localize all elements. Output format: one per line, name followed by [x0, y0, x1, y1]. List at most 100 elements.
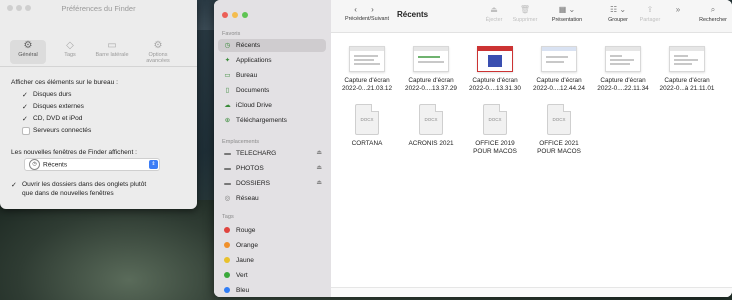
- download-icon: ⊕: [224, 117, 231, 124]
- file-item[interactable]: DOCX ACRONIS 2021: [401, 104, 461, 148]
- tag-dot-icon: [224, 242, 230, 249]
- sidebar-item-applications[interactable]: ✦ Applications: [218, 54, 326, 67]
- back-forward-control[interactable]: ‹ › Précédent/Suivant: [339, 5, 395, 22]
- search-icon: ⌕: [710, 5, 716, 14]
- file-item[interactable]: Capture d'écran 2022-0....22.11.34: [593, 46, 653, 93]
- file-item[interactable]: DOCX OFFICE 2021 POUR MACOS: [529, 104, 589, 156]
- favorites-heading: Favoris: [222, 31, 241, 37]
- eject-icon[interactable]: ⏏: [316, 177, 322, 190]
- file-item[interactable]: Capture d'écran 2022-0....12.44.24: [529, 46, 589, 93]
- delete-button[interactable]: 🗑︎ Supprimer: [509, 5, 541, 23]
- sidebar-tag-orange[interactable]: Orange: [218, 239, 326, 252]
- eject-icon[interactable]: ⏏: [316, 147, 322, 160]
- eject-label: Éjecter: [485, 17, 503, 23]
- sidebar-tag-red[interactable]: Rouge: [218, 224, 326, 237]
- tab-advanced[interactable]: ⚙ Options avancées: [136, 40, 180, 64]
- checkbox-hard-disks[interactable]: ✓: [22, 91, 32, 99]
- sidebar-tag-green[interactable]: Vert: [218, 269, 326, 282]
- group-label: Grouper: [608, 17, 628, 23]
- back-forward-label: Précédent/Suivant: [344, 16, 390, 22]
- sidebar-tag-yellow[interactable]: Jaune: [218, 254, 326, 267]
- more-button[interactable]: »: [671, 5, 685, 15]
- file-item[interactable]: DOCX OFFICE 2019 POUR MACOS: [465, 104, 525, 156]
- advanced-gear-icon: ⚙: [153, 40, 163, 51]
- screenshot-thumbnail: [413, 46, 449, 72]
- file-name: Capture d'écran 2022-0....13.37.29: [405, 77, 457, 92]
- file-name: Capture d'écran 2022-0...à 21.11.01: [659, 77, 715, 92]
- finder-content: ‹ › Précédent/Suivant Récents ⏏ Éjecter …: [331, 0, 732, 297]
- new-windows-select[interactable]: ◷ Récents ⇕: [24, 158, 160, 171]
- eject-button[interactable]: ⏏ Éjecter: [481, 5, 507, 23]
- sidebar-item-desktop[interactable]: ▭ Bureau: [218, 69, 326, 82]
- file-name: OFFICE 2019 POUR MACOS: [473, 140, 517, 155]
- status-bar: [331, 287, 732, 297]
- finder-minimize-button[interactable]: [232, 12, 238, 18]
- file-item[interactable]: Capture d'écran 2022-0....13.31.30: [465, 46, 525, 93]
- prefs-titlebar: Préférences du Finder: [0, 0, 197, 30]
- tag-icon: ◇: [66, 40, 74, 51]
- sidebar-item-label: Réseau: [236, 195, 259, 202]
- file-name: OFFICE 2021 POUR MACOS: [537, 140, 581, 155]
- cd-dvd-label: CD, DVD et iPod: [33, 115, 83, 122]
- document-icon: ▯: [225, 87, 230, 94]
- locations-heading: Emplacements: [222, 139, 259, 145]
- tab-sidebar[interactable]: ▭ Barre latérale: [94, 40, 130, 64]
- finder-zoom-button[interactable]: [242, 12, 248, 18]
- docx-file-icon: DOCX: [419, 104, 443, 135]
- group-button[interactable]: ☷ ⌄ Grouper: [603, 5, 633, 23]
- desktop-items-heading: Afficher ces éléments sur le bureau :: [11, 79, 118, 86]
- checkbox-open-in-tabs[interactable]: ✓: [11, 181, 21, 189]
- file-item[interactable]: Capture d'écran 2022-0...21.03.12: [337, 46, 397, 93]
- view-button[interactable]: ▦ ⌄ Présentation: [545, 5, 589, 23]
- file-item[interactable]: Capture d'écran 2022-0...à 21.11.01: [657, 46, 717, 93]
- sidebar-item-icloud[interactable]: ☁ iCloud Drive: [218, 99, 326, 112]
- sidebar-item-recents[interactable]: ◷ Récents: [218, 39, 326, 52]
- search-label: Rechercher: [699, 17, 727, 23]
- sidebar-item-label: Téléchargements: [236, 117, 287, 124]
- finder-window: Favoris ◷ Récents ✦ Applications ▭ Bureau ▯…: [214, 0, 732, 297]
- sidebar-item-telecharg[interactable]: ▬ TELECHARG ⏏: [218, 147, 326, 160]
- share-icon: ⇪: [646, 5, 654, 14]
- tab-sidebar-label: Barre latérale: [95, 52, 129, 58]
- screenshot-thumbnail: [605, 46, 641, 72]
- finder-preferences-window: Préférences du Finder ⚙ Général ◇ Tags ▭…: [0, 0, 197, 209]
- eject-icon[interactable]: ⏏: [316, 162, 322, 175]
- sidebar-tag-blue[interactable]: Bleu: [218, 284, 326, 297]
- tag-dot-icon: [224, 287, 230, 294]
- file-name: Capture d'écran 2022-0...21.03.12: [341, 77, 393, 92]
- checkbox-cd-dvd[interactable]: ✓: [22, 115, 32, 123]
- sidebar-item-documents[interactable]: ▯ Documents: [218, 84, 326, 97]
- external-disks-label: Disques externes: [33, 103, 84, 110]
- sidebar-item-dossiers[interactable]: ▬ DOSSIERS ⏏: [218, 177, 326, 190]
- docx-file-icon: DOCX: [483, 104, 507, 135]
- checkbox-connected-servers[interactable]: [22, 127, 30, 135]
- file-item[interactable]: Capture d'écran 2022-0....13.37.29: [401, 46, 461, 93]
- checkbox-external-disks[interactable]: ✓: [22, 103, 32, 111]
- sidebar-item-network[interactable]: ◎ Réseau: [218, 192, 326, 205]
- tag-dot-icon: [224, 272, 230, 279]
- tab-tags[interactable]: ◇ Tags: [52, 40, 88, 64]
- finder-close-button[interactable]: [222, 12, 228, 18]
- group-icon: ☷ ⌄: [609, 5, 627, 14]
- hard-disks-label: Disques durs: [33, 91, 72, 98]
- sidebar-item-photos[interactable]: ▬ PHOTOS ⏏: [218, 162, 326, 175]
- drive-icon: ▬: [224, 180, 231, 187]
- open-in-tabs-label-2: que dans de nouvelles fenêtres: [22, 190, 114, 197]
- trash-icon: 🗑︎: [519, 5, 531, 14]
- file-item[interactable]: DOCX CORTANA: [337, 104, 397, 148]
- search-button[interactable]: ⌕ Rechercher: [696, 5, 730, 23]
- prefs-toolbar: ⚙ Général ◇ Tags ▭ Barre latérale ⚙ Opti…: [10, 40, 180, 64]
- gear-icon: ⚙: [23, 40, 33, 51]
- sidebar-item-label: Rouge: [236, 227, 256, 234]
- tab-general[interactable]: ⚙ Général: [10, 40, 46, 64]
- sidebar-item-label: PHOTOS: [236, 165, 264, 172]
- sidebar-item-label: Jaune: [236, 257, 254, 264]
- sidebar-item-downloads[interactable]: ⊕ Téléchargements: [218, 114, 326, 127]
- sidebar-item-label: iCloud Drive: [236, 102, 272, 109]
- network-icon: ◎: [224, 195, 231, 202]
- prefs-title: Préférences du Finder: [61, 4, 136, 13]
- docx-file-icon: DOCX: [355, 104, 379, 135]
- tag-dot-icon: [224, 227, 230, 234]
- tab-general-label: Général: [18, 52, 38, 58]
- share-button[interactable]: ⇪ Partager: [635, 5, 665, 23]
